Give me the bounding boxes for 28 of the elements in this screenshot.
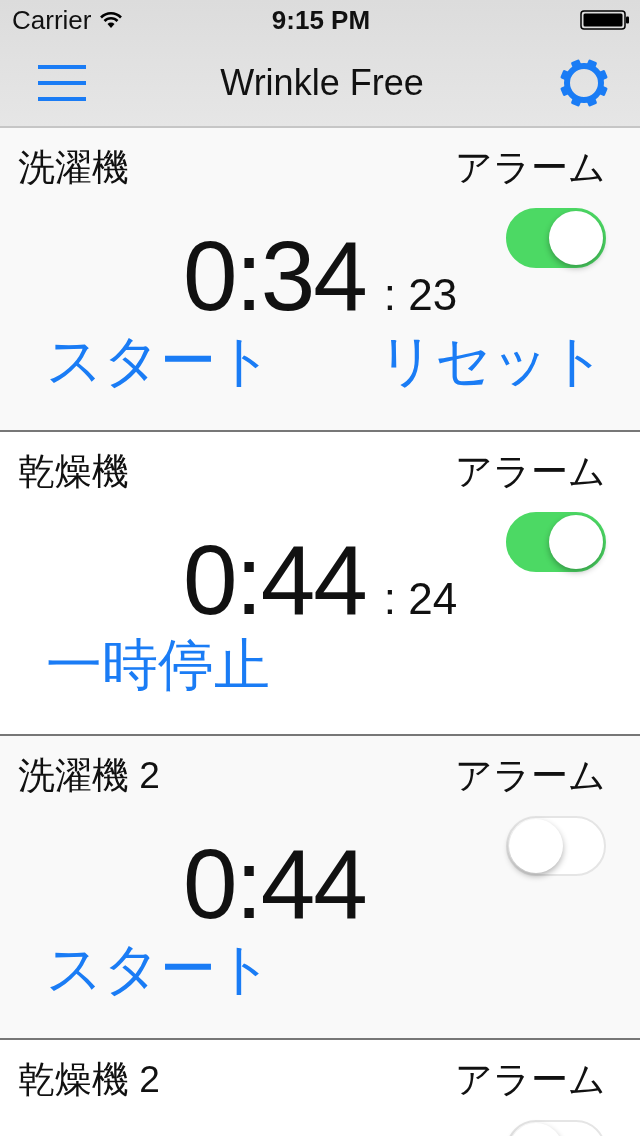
carrier-name: Carrier [12, 4, 92, 36]
timer-name: 乾燥機 2 [18, 1058, 160, 1102]
start-button[interactable]: 一時停止 [46, 628, 270, 704]
alarm-switch[interactable] [506, 208, 606, 268]
timer-time: 0:34 [183, 226, 366, 326]
timer-name: 洗濯機 [18, 146, 129, 190]
reset-button[interactable]: リセット [378, 324, 606, 400]
start-button[interactable]: スタート [46, 932, 273, 1008]
menu-button[interactable] [38, 65, 86, 101]
settings-button[interactable] [558, 57, 610, 109]
alarm-switch[interactable] [506, 512, 606, 572]
timer-name: 洗濯機 2 [18, 754, 160, 798]
start-button[interactable]: スタート [46, 324, 273, 400]
alarm-label: アラーム [455, 146, 606, 190]
alarm-label: アラーム [455, 754, 606, 798]
timer-time: 0:44 [183, 834, 366, 934]
timer-time: 0:44 [183, 530, 366, 630]
settings-icon [558, 57, 610, 109]
alarm-label: アラーム [455, 1058, 606, 1102]
status-time: 9:15 PM [271, 4, 371, 36]
menu-icon [38, 65, 86, 101]
timer-seconds: : 24 [383, 574, 458, 624]
timer-seconds: : 23 [383, 270, 458, 320]
timer-name: 乾燥機 [18, 450, 129, 494]
battery-icon [580, 10, 630, 30]
alarm-label: アラーム [455, 450, 606, 494]
nav-title: Wrinkle Free [220, 62, 424, 104]
wifi-icon [99, 11, 124, 29]
